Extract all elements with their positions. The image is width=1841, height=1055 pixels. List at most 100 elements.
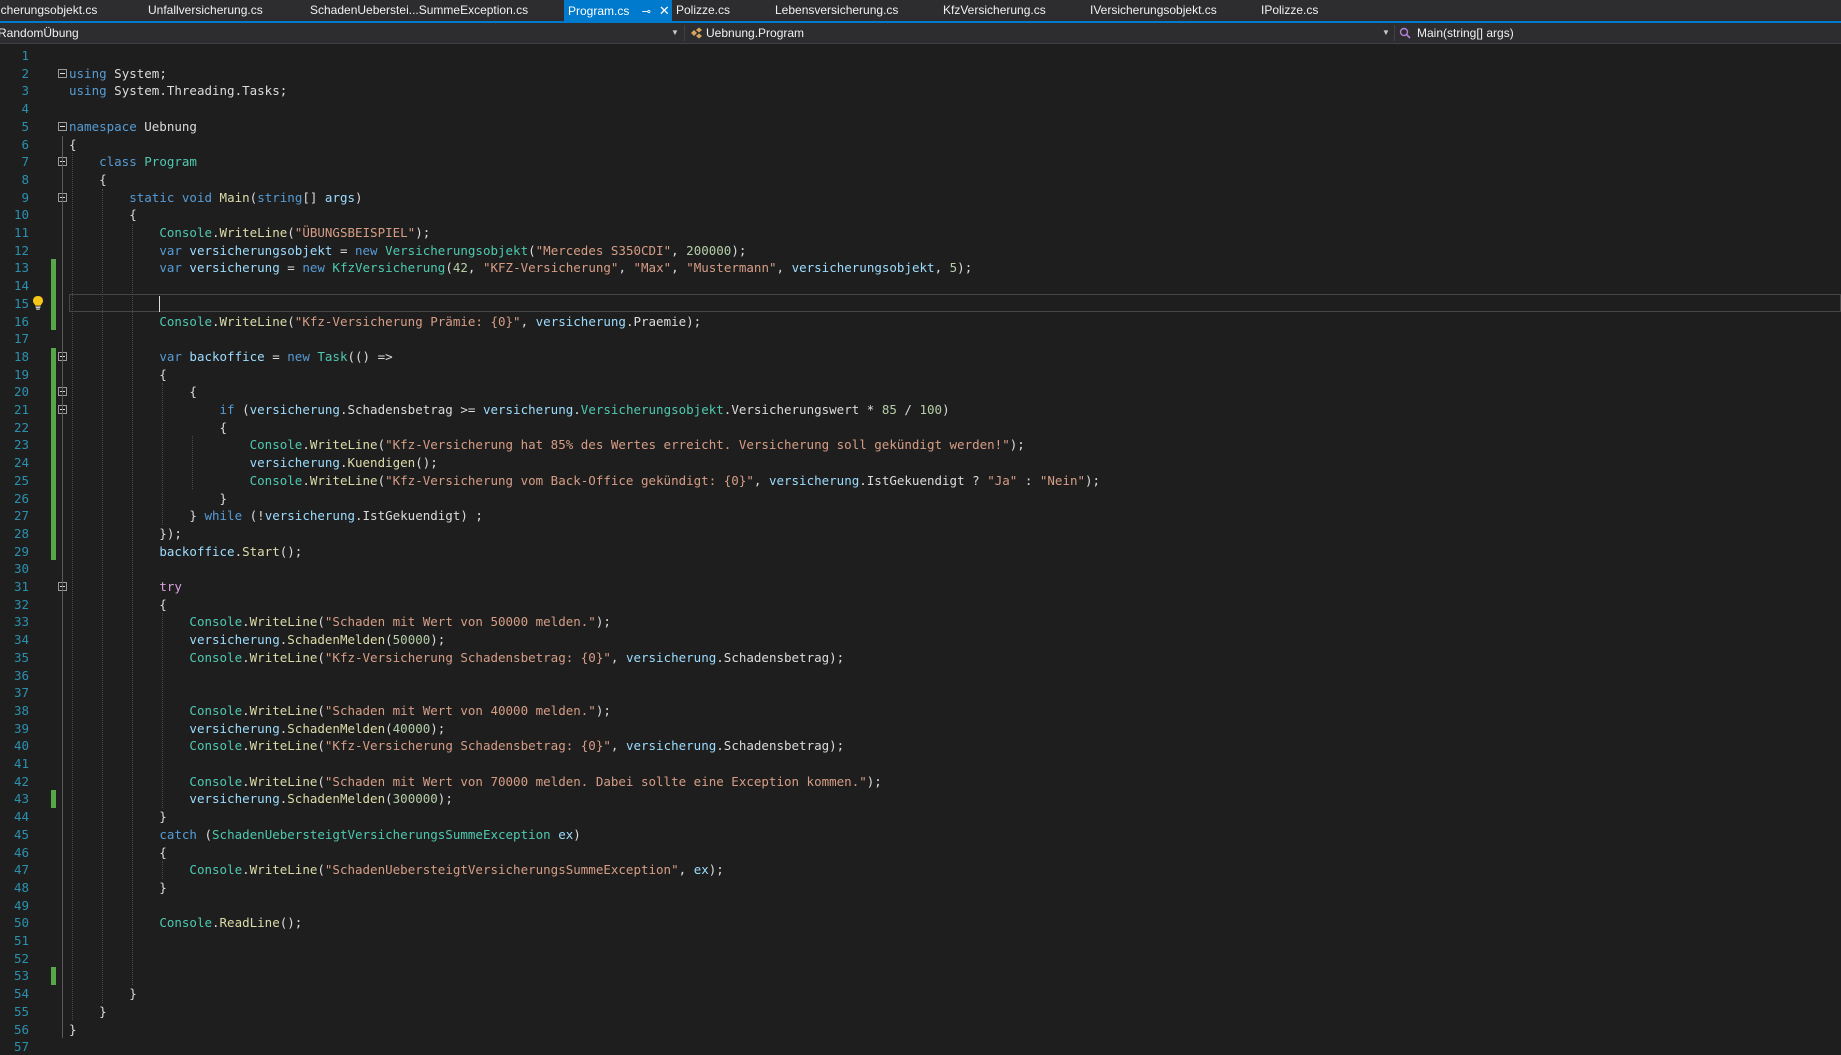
line-number: 53	[13, 968, 29, 984]
tab-label: icherungsobjekt.cs	[0, 3, 98, 17]
code-line[interactable]: 50 Console.ReadLine();	[0, 914, 1841, 932]
line-number: 10	[13, 207, 29, 223]
chevron-down-icon: ▼	[671, 28, 679, 37]
type-dropdown[interactable]: Uebnung.Program ▼	[686, 23, 1392, 43]
code-line[interactable]: 28 });	[0, 525, 1841, 543]
code-text: {	[69, 419, 228, 435]
pin-icon[interactable]: ⊸	[639, 2, 653, 21]
code-line[interactable]: 32 {	[0, 596, 1841, 614]
code-line[interactable]: 16 Console.WriteLine("Kfz-Versicherung P…	[0, 313, 1841, 331]
close-icon[interactable]: ✕	[657, 0, 671, 21]
code-line[interactable]: 7 class Program	[0, 153, 1841, 171]
indent-guide	[132, 224, 134, 986]
code-line[interactable]: 18 var backoffice = new Task(() =>	[0, 348, 1841, 366]
code-line[interactable]: 33 Console.WriteLine("Schaden mit Wert v…	[0, 613, 1841, 631]
code-line[interactable]: 4	[0, 100, 1841, 118]
member-dropdown[interactable]: Main(string[] args)	[1396, 23, 1841, 43]
code-line[interactable]: 43 versicherung.SchadenMelden(300000);	[0, 790, 1841, 808]
code-line[interactable]: 24 versicherung.Kuendigen();	[0, 454, 1841, 472]
tab-lebensversicherung[interactable]: Lebensversicherung.cs	[771, 0, 898, 21]
line-number: 16	[13, 313, 29, 329]
line-number: 54	[13, 986, 29, 1002]
tab-program[interactable]: Program.cs ⊸ ✕	[564, 0, 672, 21]
code-line[interactable]: 17	[0, 330, 1841, 348]
tab-unfallversicherung[interactable]: Unfallversicherung.cs	[144, 0, 263, 21]
code-line[interactable]: 25 Console.WriteLine("Kfz-Versicherung v…	[0, 472, 1841, 490]
code-line[interactable]: 54 }	[0, 985, 1841, 1003]
code-line[interactable]: 42 Console.WriteLine("Schaden mit Wert v…	[0, 773, 1841, 791]
code-line[interactable]: 2 using System;	[0, 65, 1841, 83]
code-line[interactable]: 14	[0, 277, 1841, 295]
code-line[interactable]: 21 if (versicherung.Schadensbetrag >= ve…	[0, 401, 1841, 419]
code-line[interactable]: 10 {	[0, 206, 1841, 224]
code-line[interactable]: 35 Console.WriteLine("Kfz-Versicherung S…	[0, 649, 1841, 667]
code-line[interactable]: 12 var versicherungsobjekt = new Versich…	[0, 242, 1841, 260]
code-line[interactable]: 48 }	[0, 879, 1841, 897]
code-text: }	[69, 879, 167, 895]
code-line[interactable]: 56}	[0, 1021, 1841, 1039]
type-name: Uebnung.Program	[706, 26, 805, 40]
code-text: versicherung.SchadenMelden(40000);	[189, 720, 446, 736]
code-line[interactable]: 38 Console.WriteLine("Schaden mit Wert v…	[0, 702, 1841, 720]
line-number: 4	[21, 101, 29, 117]
code-line[interactable]: 23 Console.WriteLine("Kfz-Versicherung h…	[0, 436, 1841, 454]
code-line[interactable]: 20 {	[0, 383, 1841, 401]
code-line[interactable]: 9 static void Main(string[] args)	[0, 189, 1841, 207]
line-number: 42	[13, 773, 29, 789]
code-line[interactable]: 11 Console.WriteLine("ÜBUNGSBEISPIEL");	[0, 224, 1841, 242]
code-line[interactable]: 53	[0, 967, 1841, 985]
code-line[interactable]: 8 {	[0, 171, 1841, 189]
code-line[interactable]: 52	[0, 950, 1841, 968]
code-line[interactable]: 3 using System.Threading.Tasks;	[0, 82, 1841, 100]
code-line[interactable]: 31 try	[0, 578, 1841, 596]
code-line[interactable]: 46 {	[0, 844, 1841, 862]
code-line[interactable]: 57	[0, 1038, 1841, 1055]
line-number: 21	[13, 402, 29, 417]
tab-iversicherungsobjekt[interactable]: IVersicherungsobjekt.cs	[1086, 0, 1217, 21]
line-number: 19	[13, 366, 29, 382]
code-line[interactable]: 39 versicherung.SchadenMelden(40000);	[0, 720, 1841, 738]
tab-polizze[interactable]: Polizze.cs	[672, 0, 730, 21]
code-line[interactable]: 49	[0, 897, 1841, 915]
code-text: Console.WriteLine("Kfz-Versicherung hat …	[249, 437, 1025, 453]
code-line[interactable]: 30	[0, 560, 1841, 578]
line-number: 6	[21, 136, 29, 152]
code-line[interactable]: 51	[0, 932, 1841, 950]
project-dropdown[interactable]: RandomÜbung ▼	[0, 23, 684, 43]
code-line[interactable]: 22 {	[0, 419, 1841, 437]
code-text: var versicherungsobjekt = new Versicheru…	[159, 242, 747, 258]
code-line[interactable]: 55 }	[0, 1003, 1841, 1021]
code-line[interactable]: 29 backoffice.Start();	[0, 543, 1841, 561]
code-line[interactable]: 26 }	[0, 490, 1841, 508]
code-line[interactable]: 40 Console.WriteLine("Kfz-Versicherung S…	[0, 737, 1841, 755]
code-text: using System.Threading.Tasks;	[69, 83, 288, 99]
code-line[interactable]: 45 catch (SchadenUebersteigtVersicherung…	[0, 826, 1841, 844]
code-line[interactable]: 6{	[0, 136, 1841, 154]
code-line[interactable]: 19 {	[0, 366, 1841, 384]
tab-kfzversicherung[interactable]: KfzVersicherung.cs	[939, 0, 1046, 21]
line-number: 52	[13, 950, 29, 966]
tab-ipolizze[interactable]: IPolizze.cs	[1257, 0, 1318, 21]
line-number: 29	[13, 543, 29, 559]
code-line[interactable]: 1	[0, 47, 1841, 65]
code-line[interactable]: 13 var versicherung = new KfzVersicherun…	[0, 259, 1841, 277]
code-line[interactable]: 41	[0, 755, 1841, 773]
method-icon	[1399, 27, 1411, 39]
tab-versicherungsobjekt[interactable]: icherungsobjekt.cs	[0, 0, 97, 21]
line-number: 28	[13, 525, 29, 541]
line-number: 2	[21, 65, 29, 81]
line-number: 31	[13, 579, 29, 594]
code-line[interactable]: 27 } while (!versicherung.IstGekuendigt)…	[0, 507, 1841, 525]
code-line[interactable]: 44 }	[0, 808, 1841, 826]
code-editor[interactable]: 1 2 using System; 3 using System.Threading.T…	[0, 44, 1841, 1055]
line-number: 43	[13, 791, 29, 807]
line-number: 46	[13, 844, 29, 860]
code-line[interactable]: 5 namespace Uebnung	[0, 118, 1841, 136]
code-line[interactable]: 36	[0, 667, 1841, 685]
code-line[interactable]: 47 Console.WriteLine("SchadenUebersteigt…	[0, 861, 1841, 879]
tab-schaden-exception[interactable]: SchadenUeberstei...SummeException.cs	[306, 0, 528, 21]
code-line[interactable]: 34 versicherung.SchadenMelden(50000);	[0, 631, 1841, 649]
code-line[interactable]: 37	[0, 684, 1841, 702]
indent-guide	[162, 861, 164, 879]
tab-label: Unfallversicherung.cs	[148, 3, 263, 17]
